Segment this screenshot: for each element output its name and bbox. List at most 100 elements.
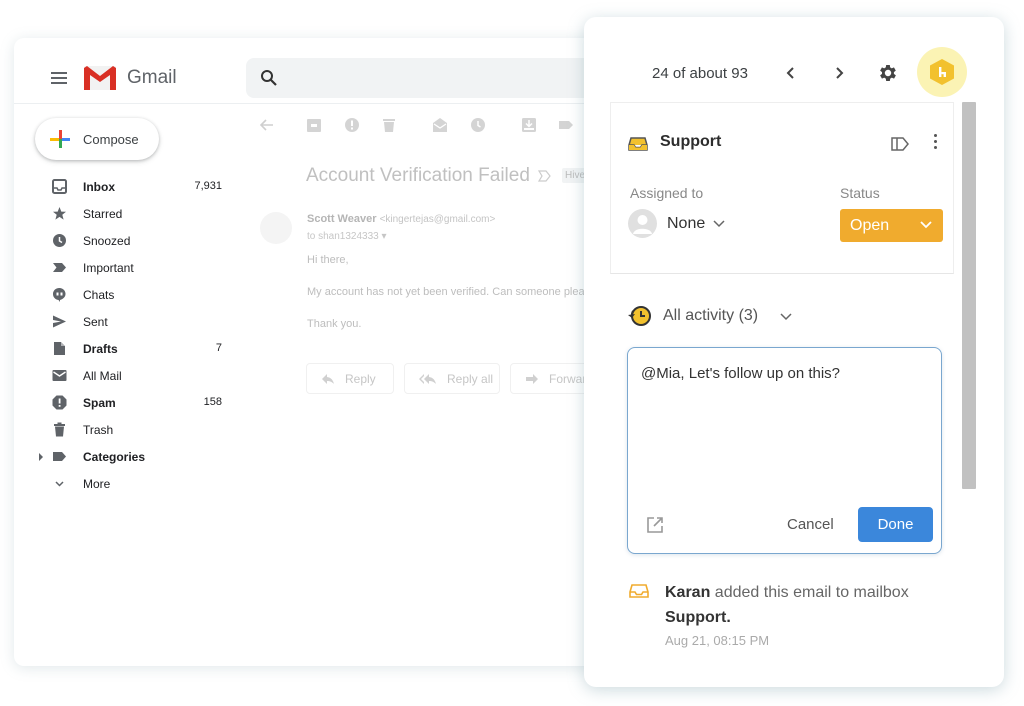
archive-icon[interactable] — [306, 117, 322, 133]
mailbox-card: Support Assigned to Status None Open — [610, 102, 954, 274]
compose-label: Compose — [83, 131, 139, 147]
compose-plus-icon — [50, 130, 70, 148]
nav-count: 158 — [203, 396, 222, 408]
popout-icon[interactable] — [646, 516, 664, 534]
mail-icon — [52, 370, 67, 381]
email-body-line: Thank you. — [307, 318, 362, 330]
gmail-window: Gmail Compose Inbox 7,931 Starred Snooze… — [14, 38, 614, 666]
gmail-header: Gmail — [14, 38, 614, 104]
expand-caret-icon[interactable] — [39, 453, 43, 461]
hiver-logo-button[interactable] — [917, 47, 967, 97]
chevron-down-icon — [920, 221, 932, 229]
nav-label: Sent — [83, 315, 108, 329]
label-as-icon[interactable] — [558, 117, 574, 133]
reply-all-label: Reply all — [447, 371, 494, 386]
mailbox-tray-icon — [629, 584, 649, 598]
email-body-line: My account has not yet been verified. Ca… — [307, 286, 585, 298]
move-to-icon[interactable] — [521, 117, 537, 133]
sender-name: Scott Weaver — [307, 213, 377, 225]
done-button[interactable]: Done — [858, 507, 933, 542]
nav-item-chats[interactable]: Chats — [14, 281, 239, 308]
mailbox-tray-icon — [628, 137, 648, 151]
nav-item-snoozed[interactable]: Snoozed — [14, 227, 239, 254]
hiver-panel: 24 of about 93 Support Assigned to Statu… — [584, 17, 1004, 687]
feed-timestamp: Aug 21, 08:15 PM — [665, 633, 770, 648]
nav-item-sent[interactable]: Sent — [14, 308, 239, 335]
feed-actor: Karan — [665, 584, 711, 601]
next-chevron-icon[interactable] — [832, 65, 846, 81]
nav-item-categories[interactable]: Categories — [14, 443, 239, 470]
nav-item-trash[interactable]: Trash — [14, 416, 239, 443]
nav-label: Spam — [83, 396, 116, 410]
star-icon — [53, 207, 66, 220]
panel-scrollbar[interactable] — [962, 102, 976, 489]
more-options-icon[interactable] — [930, 134, 940, 154]
status-value: Open — [850, 217, 890, 234]
delete-icon[interactable] — [381, 117, 397, 133]
snooze-icon[interactable] — [470, 117, 486, 133]
nav-item-all-mail[interactable]: All Mail — [14, 362, 239, 389]
email-body-line: Hi there, — [307, 254, 349, 266]
nav-label: Snoozed — [83, 234, 131, 248]
cancel-button[interactable]: Cancel — [787, 516, 834, 533]
hamburger-menu-icon[interactable] — [51, 72, 67, 84]
activity-history-icon — [628, 306, 651, 326]
mailbox-name: Support — [660, 133, 722, 150]
recipient-line[interactable]: to shan1324333 ▾ — [307, 231, 387, 242]
previous-chevron-icon[interactable] — [784, 65, 798, 81]
nav-item-drafts[interactable]: Drafts 7 — [14, 335, 239, 362]
reply-icon — [322, 373, 334, 384]
reply-all-icon — [419, 373, 436, 384]
chat-icon — [52, 287, 66, 302]
recipient-text: to shan1324333 — [307, 231, 379, 242]
feed-target: Support. — [665, 609, 731, 626]
activity-feed-item: Karan added this email to mailbox Suppor… — [665, 580, 955, 630]
reply-button[interactable]: Reply — [306, 363, 394, 394]
assignee-dropdown[interactable]: None — [667, 215, 705, 233]
send-icon — [53, 315, 66, 328]
nav-item-spam[interactable]: Spam 158 — [14, 389, 239, 416]
sender-line: Scott Weaver <kingertejas@gmail.com> — [307, 213, 495, 225]
nav-item-important[interactable]: Important — [14, 254, 239, 281]
reply-all-button[interactable]: Reply all — [404, 363, 500, 394]
nav-label: All Mail — [83, 369, 122, 383]
gmail-logo-icon — [84, 66, 116, 90]
report-spam-icon[interactable] — [344, 117, 360, 133]
chevron-down-icon — [55, 481, 64, 487]
chevron-down-icon[interactable] — [713, 220, 725, 228]
assignee-avatar-icon[interactable] — [628, 209, 657, 238]
tag-icon[interactable] — [890, 136, 910, 152]
activity-filter-dropdown[interactable]: All activity (3) — [663, 307, 758, 325]
important-icon — [53, 263, 66, 272]
nav-label: Starred — [83, 207, 123, 221]
hiver-logo-icon — [930, 59, 954, 85]
nav-item-more[interactable]: More — [14, 470, 239, 497]
sender-email: <kingertejas@gmail.com> — [379, 214, 496, 225]
chevron-down-icon[interactable] — [780, 313, 792, 321]
status-dropdown[interactable]: Open — [840, 209, 943, 242]
nav-item-inbox[interactable]: Inbox 7,931 — [14, 173, 239, 200]
label-icon — [53, 452, 66, 461]
nav-count: 7 — [215, 342, 222, 354]
nav-label: Trash — [83, 423, 114, 437]
nav-label: Chats — [83, 288, 115, 302]
comment-textarea[interactable]: @Mia, Let's follow up on this? Cancel Do… — [627, 347, 942, 554]
spam-icon — [52, 395, 67, 410]
gmail-app-name: Gmail — [127, 67, 177, 88]
importance-marker-icon[interactable] — [538, 170, 552, 182]
email-subject: Account Verification Failed — [306, 165, 530, 186]
nav-label: Important — [83, 261, 134, 275]
reply-label: Reply — [345, 371, 376, 386]
nav-label: Categories — [83, 450, 146, 464]
search-icon — [261, 70, 277, 86]
comment-text[interactable]: @Mia, Let's follow up on this? — [641, 365, 840, 382]
sender-avatar — [260, 212, 292, 244]
nav-label: Inbox — [83, 180, 115, 194]
back-arrow-icon[interactable] — [259, 117, 275, 133]
compose-button[interactable]: Compose — [35, 118, 159, 160]
forward-icon — [526, 373, 538, 384]
nav-item-starred[interactable]: Starred — [14, 200, 239, 227]
mark-unread-icon[interactable] — [432, 117, 448, 133]
gear-icon[interactable] — [877, 62, 899, 84]
search-input[interactable] — [246, 58, 614, 98]
